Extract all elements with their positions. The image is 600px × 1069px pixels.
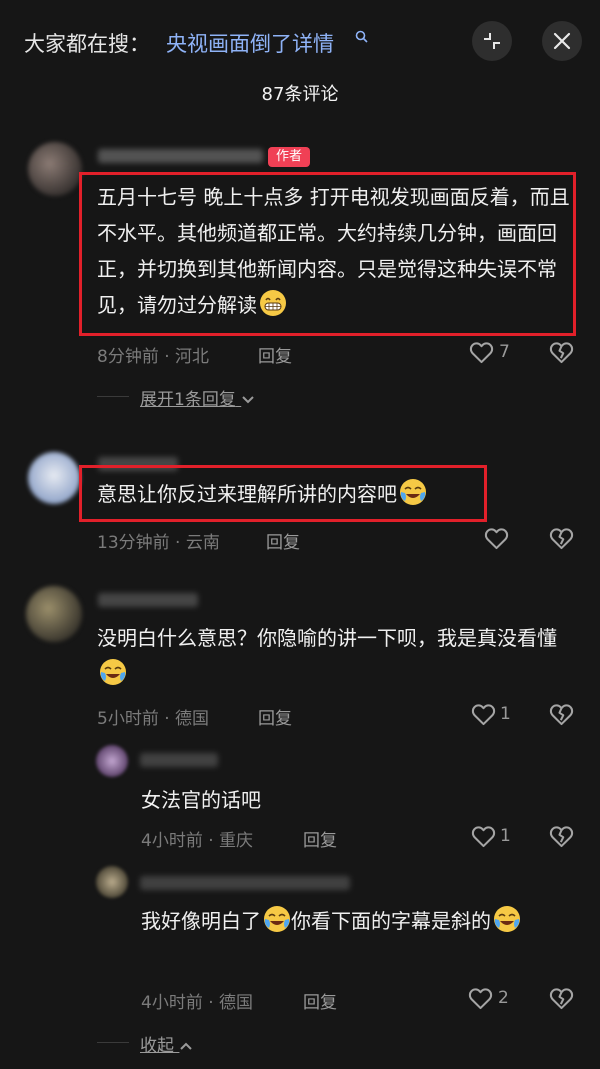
avatar[interactable] xyxy=(96,866,128,898)
avatar[interactable] xyxy=(26,586,82,642)
chevron-up-icon xyxy=(180,1042,193,1050)
collapse-button[interactable] xyxy=(472,21,512,61)
close-icon xyxy=(553,32,571,50)
top-bar: 大家都在搜： 央视画面倒了详情 xyxy=(0,0,600,80)
comment-meta: 8分钟前 · 河北 xyxy=(97,347,210,367)
username[interactable] xyxy=(98,593,198,607)
comment-meta: 5小时前 · 德国 xyxy=(97,709,210,729)
heart-icon[interactable] xyxy=(468,339,495,366)
author-badge: 作者 xyxy=(268,147,311,167)
collapse-icon xyxy=(484,33,500,49)
broken-heart-icon[interactable] xyxy=(548,701,575,728)
avatar[interactable] xyxy=(96,745,128,777)
highlight-box xyxy=(79,172,576,336)
username[interactable] xyxy=(140,876,350,890)
reply-button[interactable]: 回复 xyxy=(266,528,300,553)
broken-heart-icon[interactable] xyxy=(548,525,575,552)
collapse-replies-link[interactable]: 收起 xyxy=(140,1031,193,1056)
like-count: 2 xyxy=(498,988,509,1008)
reply-button[interactable]: 回复 xyxy=(258,342,292,367)
chevron-down-icon xyxy=(242,396,254,404)
collapse-divider xyxy=(97,1042,129,1043)
like-count: 7 xyxy=(499,342,510,362)
username[interactable] xyxy=(140,753,218,767)
reply-meta: 4小时前 · 重庆 xyxy=(141,831,254,851)
heart-icon[interactable] xyxy=(483,525,510,552)
username[interactable] xyxy=(98,149,263,163)
rofl-face-emoji xyxy=(99,658,127,686)
broken-heart-icon[interactable] xyxy=(548,339,575,366)
avatar[interactable] xyxy=(28,452,80,504)
reply-button[interactable]: 回复 xyxy=(303,988,337,1013)
reply-button[interactable]: 回复 xyxy=(258,704,292,729)
search-icon[interactable] xyxy=(355,30,368,43)
close-button[interactable] xyxy=(542,21,582,61)
like-count: 1 xyxy=(500,704,511,724)
comment-count: 87条评论 xyxy=(261,84,339,105)
expand-divider xyxy=(97,396,129,397)
like-count: 1 xyxy=(500,826,511,846)
broken-heart-icon[interactable] xyxy=(548,823,575,850)
reply-text: 我好像明白了 你看下面的字幕是斜的 xyxy=(141,903,571,939)
heart-icon[interactable] xyxy=(467,985,494,1012)
comment-meta: 13分钟前 · 云南 xyxy=(97,533,220,553)
broken-heart-icon[interactable] xyxy=(548,985,575,1012)
avatar[interactable] xyxy=(28,142,82,196)
rofl-face-emoji xyxy=(263,905,291,933)
rofl-face-emoji xyxy=(493,905,521,933)
search-suggestion-link[interactable]: 央视画面倒了详情 xyxy=(166,28,334,58)
highlight-box xyxy=(79,465,487,522)
expand-replies-link[interactable]: 展开1条回复 xyxy=(140,385,255,410)
search-suggestion-label: 大家都在搜： xyxy=(24,32,150,56)
reply-text: 女法官的话吧 xyxy=(141,788,261,812)
comment-text: 没明白什么意思？你隐喻的讲一下呗，我是真没看懂 xyxy=(97,620,577,692)
heart-icon[interactable] xyxy=(470,701,497,728)
heart-icon[interactable] xyxy=(470,823,497,850)
reply-button[interactable]: 回复 xyxy=(303,826,337,851)
reply-meta: 4小时前 · 德国 xyxy=(141,993,254,1013)
